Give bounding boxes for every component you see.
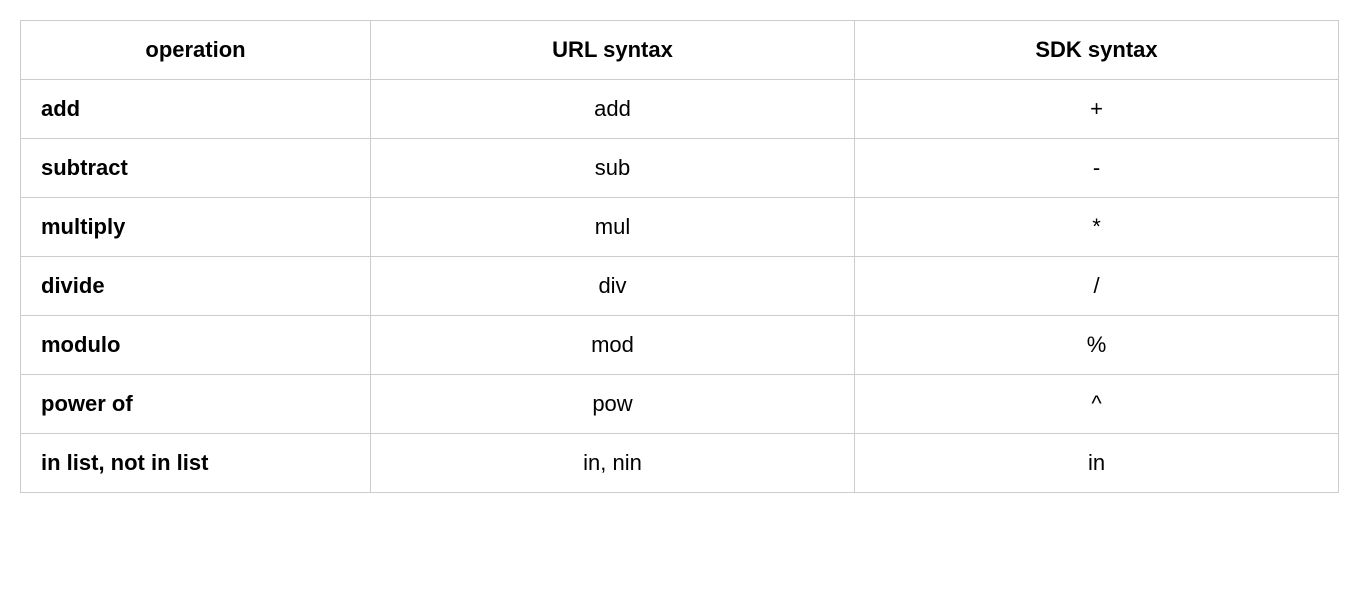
cell-operation: add bbox=[21, 80, 371, 139]
cell-sdk-syntax: - bbox=[855, 139, 1339, 198]
syntax-table: operation URL syntax SDK syntax add add … bbox=[20, 20, 1339, 493]
cell-operation: modulo bbox=[21, 316, 371, 375]
cell-operation: divide bbox=[21, 257, 371, 316]
table-row: add add + bbox=[21, 80, 1339, 139]
cell-url-syntax: mod bbox=[371, 316, 855, 375]
cell-sdk-syntax: % bbox=[855, 316, 1339, 375]
cell-sdk-syntax: + bbox=[855, 80, 1339, 139]
cell-url-syntax: sub bbox=[371, 139, 855, 198]
cell-url-syntax: pow bbox=[371, 375, 855, 434]
table-row: subtract sub - bbox=[21, 139, 1339, 198]
cell-operation: subtract bbox=[21, 139, 371, 198]
header-sdk-syntax: SDK syntax bbox=[855, 21, 1339, 80]
cell-sdk-syntax: * bbox=[855, 198, 1339, 257]
table-row: power of pow ^ bbox=[21, 375, 1339, 434]
table-row: modulo mod % bbox=[21, 316, 1339, 375]
table-row: divide div / bbox=[21, 257, 1339, 316]
cell-sdk-syntax: ^ bbox=[855, 375, 1339, 434]
cell-url-syntax: div bbox=[371, 257, 855, 316]
header-operation: operation bbox=[21, 21, 371, 80]
cell-operation: power of bbox=[21, 375, 371, 434]
cell-operation: multiply bbox=[21, 198, 371, 257]
cell-url-syntax: mul bbox=[371, 198, 855, 257]
cell-sdk-syntax: in bbox=[855, 434, 1339, 493]
header-url-syntax: URL syntax bbox=[371, 21, 855, 80]
table-row: in list, not in list in, nin in bbox=[21, 434, 1339, 493]
cell-sdk-syntax: / bbox=[855, 257, 1339, 316]
table-row: multiply mul * bbox=[21, 198, 1339, 257]
cell-url-syntax: add bbox=[371, 80, 855, 139]
cell-operation: in list, not in list bbox=[21, 434, 371, 493]
cell-url-syntax: in, nin bbox=[371, 434, 855, 493]
table-header-row: operation URL syntax SDK syntax bbox=[21, 21, 1339, 80]
